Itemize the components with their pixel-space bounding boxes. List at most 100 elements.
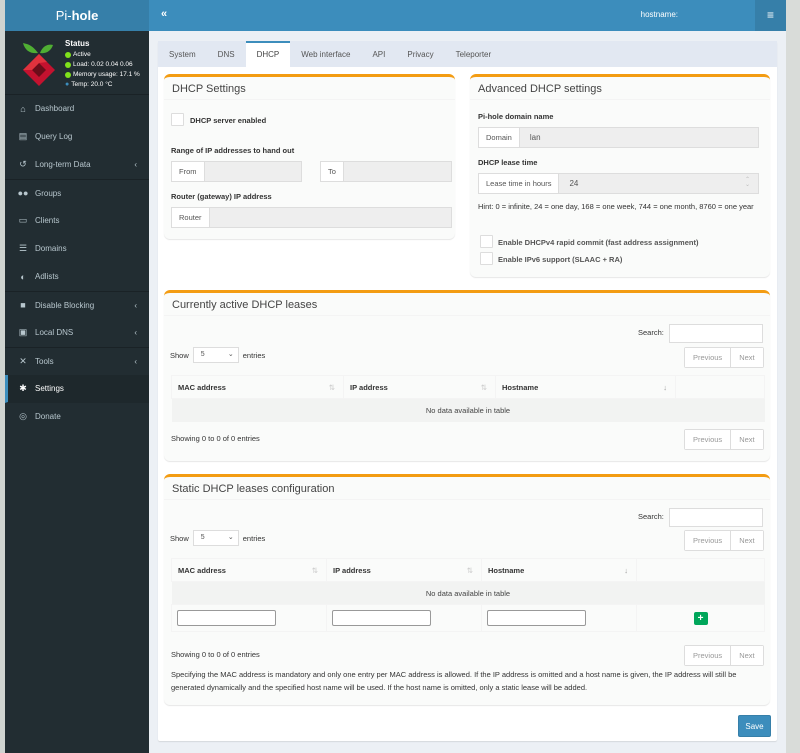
static-leases-title: Static DHCP leases configuration bbox=[164, 477, 770, 500]
column-label: Hostname bbox=[488, 565, 525, 575]
settings-tabs: System DNS DHCP Web interface API Privac… bbox=[158, 41, 777, 67]
active-page-size-select[interactable]: 5 ⌄ bbox=[192, 347, 239, 363]
new-hostname-input[interactable] bbox=[487, 610, 586, 626]
table-header-row: MAC address ⇅ IP address ⇅ Hostname ↓ bbox=[171, 375, 765, 399]
new-mac-address-input[interactable] bbox=[177, 610, 276, 626]
column-ip-address[interactable]: IP address ⇅ bbox=[343, 375, 496, 399]
static-search-label: Search: bbox=[638, 512, 664, 521]
next-button[interactable]: Next bbox=[730, 646, 763, 665]
sidebar-item-groups[interactable]: ●● Groups bbox=[5, 179, 149, 207]
spinner-icon[interactable]: ⌃ ⌄ bbox=[745, 177, 750, 188]
sidebar-item-label: Adlists bbox=[35, 272, 59, 281]
tab-dns[interactable]: DNS bbox=[207, 41, 246, 67]
menu-toggle-icon[interactable]: ≡ bbox=[755, 0, 786, 31]
status-temp: ● Temp: 20.0 °C bbox=[65, 80, 140, 90]
sort-icon: ⇅ bbox=[311, 565, 318, 575]
status-memory: Memory usage: 17.1 % bbox=[65, 70, 140, 80]
rapid-commit-checkbox[interactable] bbox=[480, 235, 493, 248]
previous-button[interactable]: Previous bbox=[685, 531, 731, 550]
sidebar-item-tools[interactable]: ✕ Tools ‹ bbox=[5, 347, 149, 375]
laptop-icon: ▭ bbox=[18, 215, 28, 225]
sidebar-item-long-term-data[interactable]: ↺ Long-term Data ‹ bbox=[5, 151, 149, 179]
router-addon: Router bbox=[172, 208, 210, 227]
tab-system[interactable]: System bbox=[158, 41, 207, 67]
users-icon: ●● bbox=[17, 188, 29, 198]
sidebar-item-domains[interactable]: ☰ Domains bbox=[5, 235, 149, 263]
status-panel: Status Active Load: 0.02 0.04 0.06 Memor… bbox=[5, 31, 149, 95]
file-icon: ▤ bbox=[18, 131, 28, 141]
static-search-input[interactable] bbox=[669, 508, 763, 527]
lease-time-group: Lease time in hours 24 ⌃ ⌄ bbox=[478, 173, 759, 194]
sidebar-collapse-icon[interactable]: « bbox=[161, 8, 167, 20]
chevron-down-icon: ⌄ bbox=[227, 534, 234, 541]
status-load: Load: 0.02 0.04 0.06 bbox=[65, 60, 140, 70]
range-to-input[interactable] bbox=[343, 162, 451, 181]
next-button[interactable]: Next bbox=[730, 430, 763, 449]
dhcp-settings-box: DHCP Settings DHCP server enabled Range … bbox=[164, 74, 455, 239]
table-header-row: MAC address ⇅ IP address ⇅ Hostname ↓ bbox=[171, 558, 765, 582]
range-from-addon: From bbox=[172, 162, 205, 181]
domain-addon: Domain bbox=[479, 128, 520, 147]
column-mac-address[interactable]: MAC address ⇅ bbox=[171, 558, 327, 582]
ipv6-support-checkbox[interactable] bbox=[480, 252, 493, 265]
tab-teleporter[interactable]: Teleporter bbox=[445, 41, 503, 67]
mac-input-cell bbox=[171, 604, 327, 632]
logo-text-prefix: Pi- bbox=[55, 8, 72, 23]
active-search-input[interactable] bbox=[669, 324, 763, 343]
sidebar-item-query-log[interactable]: ▤ Query Log bbox=[5, 123, 149, 151]
sort-icon: ⇅ bbox=[466, 565, 473, 575]
dhcp-server-enabled-checkbox[interactable] bbox=[171, 113, 184, 126]
column-actions bbox=[675, 375, 765, 399]
column-ip-address[interactable]: IP address ⇅ bbox=[326, 558, 482, 582]
range-from-input[interactable] bbox=[204, 162, 301, 181]
tab-api[interactable]: API bbox=[361, 41, 396, 67]
stop-icon: ■ bbox=[20, 300, 26, 310]
next-button[interactable]: Next bbox=[730, 531, 763, 550]
status-active: Active bbox=[65, 50, 140, 60]
sidebar-item-label: Donate bbox=[35, 412, 61, 421]
empty-table-message: No data available in table bbox=[171, 398, 765, 422]
save-button[interactable]: Save bbox=[738, 715, 771, 737]
sidebar-item-dashboard[interactable]: ⌂ Dashboard bbox=[5, 95, 149, 123]
new-ip-address-input[interactable] bbox=[332, 610, 431, 626]
sidebar-item-adlists[interactable]: ◐ Adlists bbox=[5, 263, 149, 291]
previous-button[interactable]: Previous bbox=[685, 348, 731, 367]
previous-button[interactable]: Previous bbox=[685, 430, 731, 449]
static-page-size-select[interactable]: 5 ⌄ bbox=[192, 530, 239, 546]
hostname-label: hostname: bbox=[640, 10, 678, 19]
column-hostname[interactable]: Hostname ↓ bbox=[495, 375, 676, 399]
sidebar-item-clients[interactable]: ▭ Clients bbox=[5, 207, 149, 235]
tab-dhcp[interactable]: DHCP bbox=[245, 41, 291, 67]
table-row: No data available in table bbox=[171, 581, 765, 605]
sidebar-item-disable-blocking[interactable]: ■ Disable Blocking ‹ bbox=[5, 291, 149, 319]
app-logo[interactable]: Pi-hole bbox=[5, 0, 149, 31]
previous-button[interactable]: Previous bbox=[685, 646, 731, 665]
status-info: Status Active Load: 0.02 0.04 0.06 Memor… bbox=[65, 39, 140, 90]
tools-icon: ✕ bbox=[19, 355, 27, 366]
column-hostname[interactable]: Hostname ↓ bbox=[481, 558, 637, 582]
tab-privacy[interactable]: Privacy bbox=[396, 41, 444, 67]
column-label: MAC address bbox=[178, 382, 226, 392]
sidebar-item-label: Disable Blocking bbox=[35, 300, 95, 310]
address-book-icon: ▣ bbox=[18, 327, 28, 337]
active-dot-icon bbox=[65, 52, 71, 58]
sidebar-item-label: Domains bbox=[35, 244, 67, 253]
sidebar-item-donate[interactable]: ◎ Donate bbox=[5, 403, 149, 431]
domain-input[interactable]: lan bbox=[519, 128, 758, 147]
column-mac-address[interactable]: MAC address ⇅ bbox=[171, 375, 344, 399]
chevron-left-icon: ‹ bbox=[134, 300, 137, 310]
table-row: No data available in table bbox=[171, 398, 765, 422]
sidebar-item-settings[interactable]: ✱ Settings bbox=[5, 375, 149, 403]
page-size-value: 5 bbox=[200, 534, 205, 541]
static-pager-bottom: Previous Next bbox=[684, 645, 764, 666]
router-input[interactable] bbox=[209, 208, 451, 227]
history-icon: ↺ bbox=[19, 159, 27, 169]
add-static-lease-button[interactable]: + bbox=[693, 611, 708, 625]
tab-web-interface[interactable]: Web interface bbox=[290, 41, 361, 67]
logo-text-suffix: hole bbox=[71, 8, 99, 23]
lease-time-value: 24 bbox=[569, 179, 579, 188]
next-button[interactable]: Next bbox=[730, 348, 763, 367]
column-label: IP address bbox=[350, 382, 388, 392]
sidebar-item-local-dns[interactable]: ▣ Local DNS ‹ bbox=[5, 319, 149, 347]
lease-time-input[interactable]: 24 ⌃ ⌄ bbox=[559, 174, 758, 193]
